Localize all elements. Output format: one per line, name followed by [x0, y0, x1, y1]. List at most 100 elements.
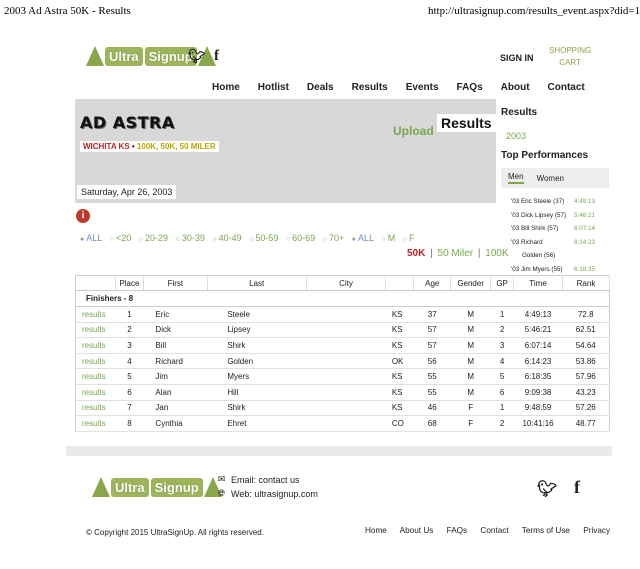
col-header-time[interactable]: Time [513, 275, 563, 291]
distance-tab-50k[interactable]: 50K [407, 248, 425, 259]
filter-age-60-69[interactable]: 60-69 [292, 233, 315, 243]
col-header-place[interactable]: Place [115, 275, 144, 291]
cell-city [306, 400, 386, 417]
col-header-state[interactable] [385, 275, 415, 291]
radio-icon[interactable]: ○ [286, 236, 290, 243]
cell-rank: 72.8 [562, 306, 610, 323]
filter-gender-all[interactable]: ALL [358, 233, 374, 243]
filter-age-50-59[interactable]: 50-59 [255, 233, 278, 243]
nav-home[interactable]: Home [212, 82, 240, 93]
results-link[interactable]: results [75, 306, 116, 323]
facebook-icon[interactable]: f [574, 477, 580, 498]
col-header-first[interactable]: First [143, 275, 208, 291]
twitter-icon[interactable]: 🐦︎ [188, 49, 206, 65]
nav-hotlist[interactable]: Hotlist [258, 82, 289, 93]
col-header-age[interactable]: Age [413, 275, 452, 291]
footer-link-faqs[interactable]: FAQs [447, 526, 467, 535]
table-row: results 7 Jan Shirk KS 46 F 1 9:48:59 57.26 [75, 400, 610, 417]
cell-time: 6:14:23 [513, 353, 563, 370]
col-header-gp[interactable]: GP [490, 275, 515, 291]
results-link[interactable]: results [75, 322, 116, 339]
tab-men[interactable]: Men [508, 172, 524, 184]
cell-last: Hill [207, 384, 307, 401]
results-link[interactable]: results [75, 353, 116, 370]
col-header-last[interactable]: Last [207, 275, 307, 291]
performance-name: '03 Richard [511, 239, 543, 246]
radio-icon[interactable]: ○ [176, 236, 180, 243]
radio-icon[interactable]: ○ [212, 236, 216, 243]
performance-item[interactable]: '03 Richard 6:14:23 [511, 239, 595, 246]
radio-icon[interactable]: ○ [382, 236, 386, 243]
results-link[interactable]: results [75, 384, 116, 401]
filter-age-under-20[interactable]: <20 [116, 233, 131, 243]
filter-age-40-49[interactable]: 40-49 [219, 233, 242, 243]
footer-link-terms[interactable]: Terms of Use [522, 526, 570, 535]
distance-tab-100k[interactable]: 100K [485, 248, 508, 259]
footer-link-about[interactable]: About Us [400, 526, 434, 535]
results-link[interactable]: results [75, 368, 116, 385]
distance-tab-50-miler[interactable]: 50 Miler [438, 248, 474, 259]
distance-sep: | [477, 248, 481, 259]
filter-age-20-29[interactable]: 20-29 [145, 233, 168, 243]
filter-gender-f[interactable]: F [409, 233, 415, 243]
table-row: results 3 Bill Shirk KS 57 M 3 6:07:14 54.64 [75, 337, 610, 354]
cell-age: 46 [413, 400, 451, 417]
results-link[interactable]: results [75, 400, 116, 417]
radio-icon[interactable]: ○ [403, 236, 407, 243]
footer-email-label: Email: contact us [231, 474, 300, 485]
col-header-city[interactable]: City [306, 275, 387, 291]
cell-time: 9:48:59 [513, 400, 563, 417]
cell-first: Richard [143, 353, 208, 370]
sign-in-link[interactable]: SIGN IN [500, 53, 534, 63]
performance-item[interactable]: '03 Bill Shirk (57) 6:07:14 [511, 225, 595, 232]
footer-link-home[interactable]: Home [365, 526, 387, 535]
radio-icon[interactable]: ○ [110, 236, 114, 243]
sidebar-year-link[interactable]: 2003 [506, 131, 526, 141]
performance-time: 6:18:35 [574, 266, 596, 273]
performance-item[interactable]: '03 Eric Steele (37) 4:49:13 [511, 198, 595, 205]
cell-age: 57 [413, 322, 451, 339]
age-gender-filters: ● ALL ○ <20 ○ 20-29 ○ 30-39 ○ 40-49 ○ 50-59 ○ 6… [80, 233, 419, 243]
facebook-icon[interactable]: f [214, 48, 219, 65]
shopping-cart-link[interactable]: SHOPPING CART [549, 45, 591, 69]
nav-events[interactable]: Events [406, 82, 439, 93]
footer-link-privacy[interactable]: Privacy [583, 526, 610, 535]
filter-gender-m[interactable]: M [388, 233, 396, 243]
tab-women[interactable]: Women [537, 174, 564, 183]
cell-gp: 5 [490, 368, 514, 385]
info-icon[interactable]: i [76, 209, 90, 223]
nav-deals[interactable]: Deals [307, 82, 334, 93]
cell-age: 37 [413, 306, 451, 323]
radio-icon[interactable]: ● [80, 236, 84, 243]
performance-item[interactable]: '03 Dick Lipsey (57) 5:46:21 [511, 212, 595, 219]
upload-results-button[interactable]: Upload [393, 124, 434, 138]
results-link[interactable]: results [75, 337, 116, 354]
performance-name: '03 Jim Myers (55) [511, 266, 563, 273]
col-header-rank[interactable]: Rank [562, 275, 610, 291]
performance-item[interactable]: '03 Jim Myers (55) 6:18:35 [511, 266, 595, 273]
footer-link-contact[interactable]: Contact [480, 526, 508, 535]
cell-gender: M [450, 322, 491, 339]
cell-city [306, 353, 386, 370]
nav-results[interactable]: Results [352, 82, 388, 93]
nav-faqs[interactable]: FAQs [457, 82, 483, 93]
nav-about[interactable]: About [501, 82, 530, 93]
footer-email[interactable]: ✉ Email: contact us [216, 474, 300, 485]
filter-age-all[interactable]: ALL [86, 233, 102, 243]
radio-icon[interactable]: ○ [249, 236, 253, 243]
footer-web[interactable]: 🌐︎ Web: ultrasignup.com [216, 488, 318, 499]
cell-last: Shirk [207, 400, 307, 417]
filter-age-70-plus[interactable]: 70+ [329, 233, 344, 243]
results-link[interactable]: results [75, 415, 116, 432]
radio-icon[interactable]: ● [352, 236, 356, 243]
radio-icon[interactable]: ○ [139, 236, 143, 243]
cell-time: 6:18:35 [513, 368, 563, 385]
nav-contact[interactable]: Contact [548, 82, 585, 93]
radio-icon[interactable]: ○ [323, 236, 327, 243]
col-header-gender[interactable]: Gender [450, 275, 492, 291]
filter-age-30-39[interactable]: 30-39 [182, 233, 205, 243]
twitter-icon[interactable]: 🐦︎ [537, 479, 557, 498]
logo-word-signup: Signup [150, 477, 203, 497]
cell-time: 10:41:16 [513, 415, 563, 432]
footer-ultrasignup-logo[interactable]: Ultra Signup [92, 477, 222, 497]
